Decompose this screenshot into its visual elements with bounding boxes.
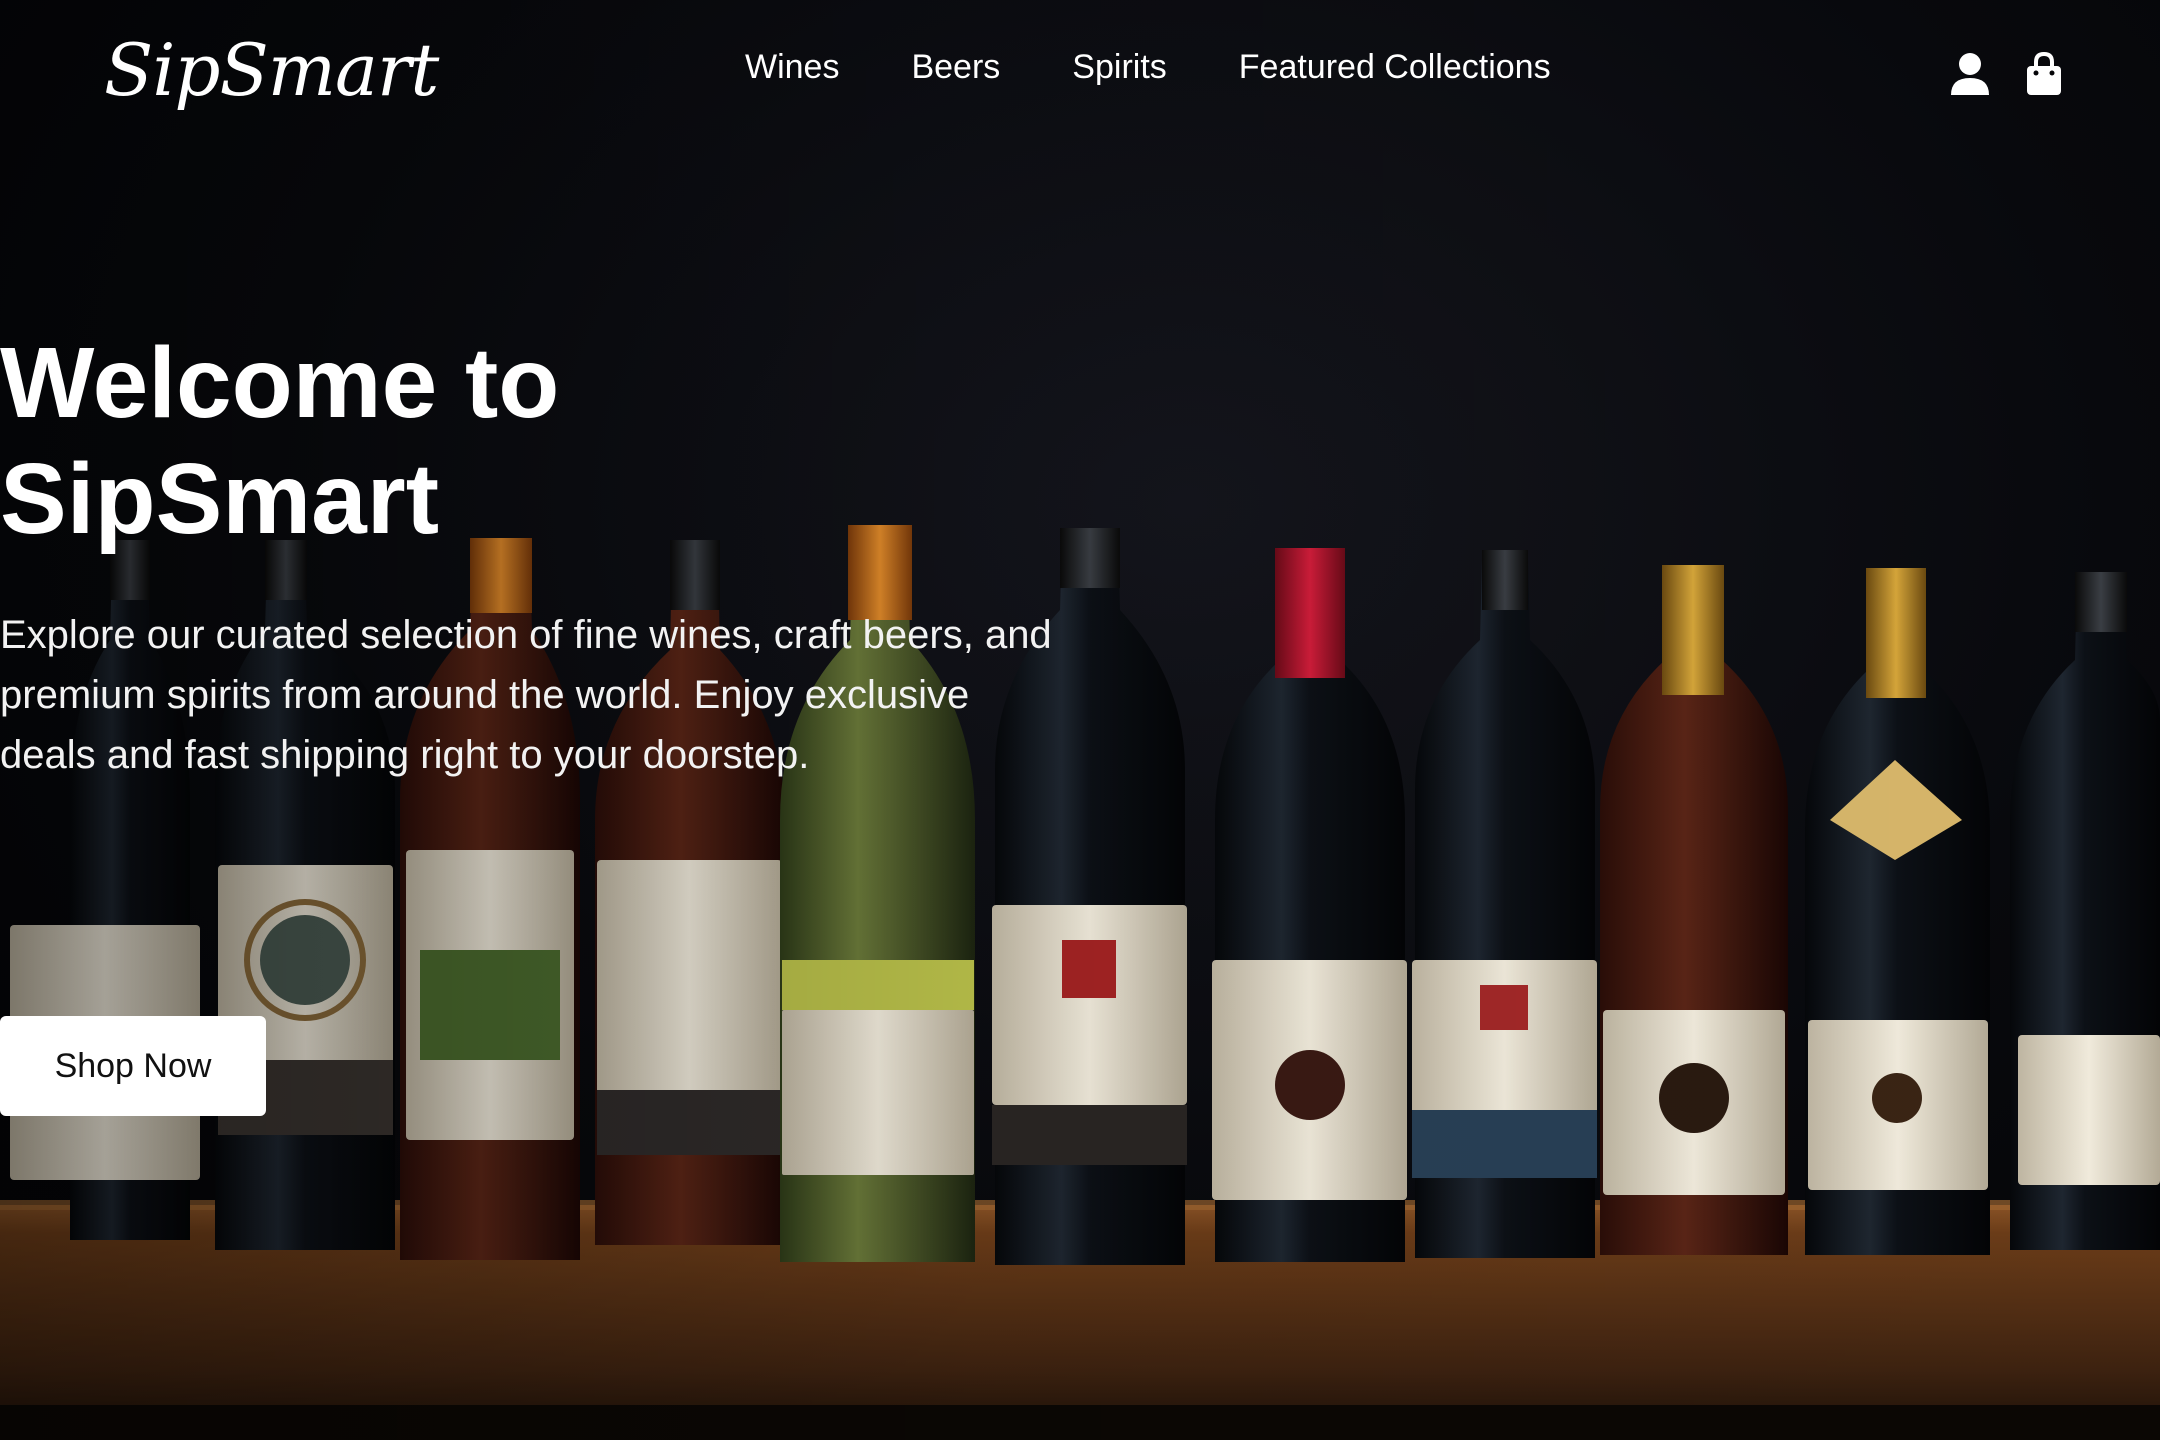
nav-icons (1950, 52, 2064, 96)
user-icon[interactable] (1950, 52, 1990, 96)
main-navigation: SipSmart Wines Beers Spirits Featured Co… (0, 0, 2160, 150)
nav-link-spirits[interactable]: Spirits (1072, 48, 1166, 87)
nav-link-wines[interactable]: Wines (745, 48, 839, 87)
page: SipSmart Wines Beers Spirits Featured Co… (0, 0, 2160, 1440)
shopping-bag-icon[interactable] (2024, 52, 2064, 96)
shop-now-button[interactable]: Shop Now (0, 1016, 266, 1116)
hero-description: Explore our curated selection of fine wi… (0, 613, 1052, 777)
hero-title: Welcome to SipSmart (0, 327, 560, 555)
nav-menu: Wines Beers Spirits Featured Collections (745, 48, 1551, 87)
nav-link-beers[interactable]: Beers (911, 48, 1000, 87)
brand-logo[interactable]: SipSmart (104, 28, 439, 112)
hero-section: Welcome to SipSmart Explore our curated … (0, 325, 1080, 785)
nav-link-featured-collections[interactable]: Featured Collections (1239, 48, 1551, 87)
